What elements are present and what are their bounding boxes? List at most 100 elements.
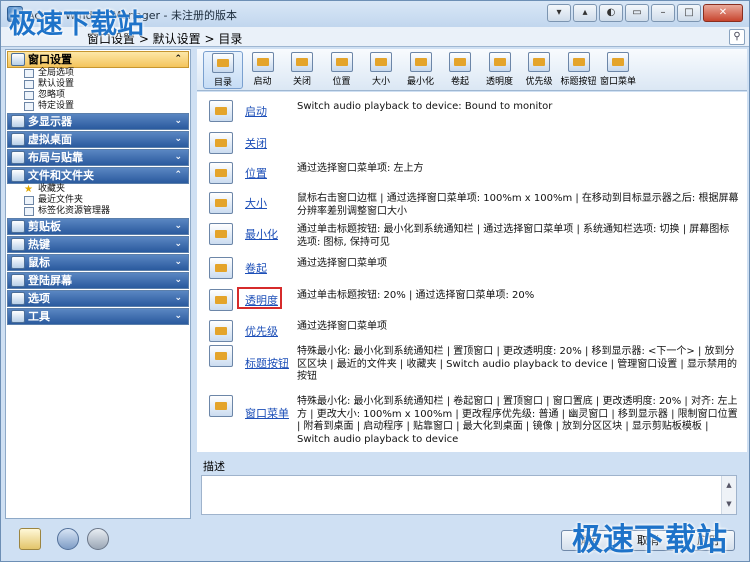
star-icon: ★ [24,184,33,195]
watermark-top: 极速下载站 [9,9,144,40]
sidebar-section-1[interactable]: 多显示器 ⌄ [7,113,189,130]
sidebar-item[interactable]: 最近文件夹 [6,195,190,206]
setting-icon [209,192,233,214]
toolbar-label: 标题按钮 [560,77,597,87]
toolbar-label: 大小 [371,77,390,87]
setting-link[interactable]: 透明度 [245,292,278,308]
sidebar-section-8[interactable]: 登陆屏幕 ⌄ [7,272,189,289]
chevron-down-icon[interactable]: ⌄ [174,219,182,234]
sidebar-section-label: 布局与贴靠 [28,151,83,164]
sidebar-item[interactable]: 特定设置 [6,101,190,112]
chevron-down-icon[interactable]: ⌄ [174,132,182,147]
sidebar-item[interactable]: 忽略项 [6,90,190,101]
chevron-down-icon[interactable]: ⌄ [174,114,182,129]
toolbar-button-9[interactable]: 标题按钮 [559,51,599,89]
sidebar: 窗口设置 ⌃ 全局选项 默认设置 忽略项 特定设置 多显示器 ⌄ 虚拟桌面 ⌄ 布局与贴靠 ⌄ 文件和文… [5,49,191,519]
setting-icon [209,289,233,311]
setting-link[interactable]: 优先级 [245,323,278,339]
sidebar-section-2[interactable]: 虚拟桌面 ⌄ [7,131,189,148]
sidebar-item[interactable]: ★ 收藏夹 [6,184,190,195]
sidebar-section-label: 文件和文件夹 [28,169,94,182]
options-icon [11,292,25,305]
virtual-desktop-icon [11,133,25,146]
setting-link[interactable]: 标题按钮 [245,355,289,371]
sidebar-section-6[interactable]: 热键 ⌄ [7,236,189,253]
sidebar-section-4[interactable]: 文件和文件夹 ⌃ [7,167,189,184]
settings-list: 启动 Switch audio playback to device: Bound… [197,92,747,452]
toolbar-label: 卷起 [450,77,469,87]
setting-link[interactable]: 启动 [245,103,267,119]
help-icon[interactable] [19,528,41,550]
sidebar-section-label: 虚拟桌面 [28,133,72,146]
close-button[interactable]: ✕ [703,4,743,22]
setting-link[interactable]: 大小 [245,195,267,211]
toolbar-button-10[interactable]: 窗口菜单 [598,51,638,89]
toolbar-label: 位置 [332,77,351,87]
chevron-down-icon[interactable]: ⌄ [174,309,182,324]
logon-icon [11,274,25,287]
sidebar-section-label: 选项 [28,292,50,305]
toolbar-button-1[interactable]: 启动 [243,51,283,89]
main-window: Actual Window Manager - 未注册的版本 ▾ ▴ ◐ ▭ –… [0,0,750,562]
setting-link[interactable]: 位置 [245,165,267,181]
setting-link[interactable]: 窗口菜单 [245,405,289,421]
setting-link[interactable]: 卷起 [245,260,267,276]
toolbar-button-8[interactable]: 优先级 [519,51,559,89]
sidebar-section-label: 鼠标 [28,256,50,269]
chevron-up-icon[interactable]: ⌃ [174,52,182,67]
sidebar-section-0[interactable]: 窗口设置 ⌃ [7,51,189,68]
toolbar-icon [370,52,392,72]
toolbar-button-2[interactable]: 关闭 [282,51,322,89]
clipboard-icon [11,220,25,233]
toolbar-button-7[interactable]: 透明度 [480,51,520,89]
description-label: 描述 [203,460,225,473]
sidebar-section-10[interactable]: 工具 ⌄ [7,308,189,325]
minimize-button[interactable]: – [651,4,675,22]
chevron-down-icon[interactable]: ⌄ [174,150,182,165]
toolbar-button-3[interactable]: 位置 [322,51,362,89]
setting-link[interactable]: 关闭 [245,135,267,151]
setting-description: Switch audio playback to device: Bound t… [297,101,553,112]
toolbar-icon [291,52,313,72]
toolbar-icon [607,52,629,72]
sidebar-item-label: 默认设置 [38,79,75,89]
setting-icon [209,100,233,122]
chevron-up-icon[interactable]: ⌃ [174,168,182,183]
toolbar-button-4[interactable]: 大小 [361,51,401,89]
sidebar-section-3[interactable]: 布局与贴靠 ⌄ [7,149,189,166]
rollup-button[interactable]: ▴ [573,4,597,22]
setting-icon [209,223,233,245]
sidebar-item[interactable]: 全局选项 [6,68,190,79]
toolbar-button-6[interactable]: 卷起 [440,51,480,89]
toolbar-button-5[interactable]: 最小化 [401,51,441,89]
transparency-button[interactable]: ◐ [599,4,623,22]
maximize-button[interactable]: □ [677,4,701,22]
sidebar-item[interactable]: 标签化资源管理器 [6,206,190,217]
toolbar-icon [449,52,471,72]
layout-icon [11,151,25,164]
chevron-down-icon[interactable]: ⌄ [174,273,182,288]
sidebar-item[interactable]: 默认设置 [6,79,190,90]
chevron-down-icon[interactable]: ⌄ [174,237,182,252]
undo-icon[interactable] [57,528,79,550]
sidebar-section-9[interactable]: 选项 ⌄ [7,290,189,307]
setting-link[interactable]: 最小化 [245,226,278,242]
sidebar-section-5[interactable]: 剪贴板 ⌄ [7,218,189,235]
sidebar-item-label: 全局选项 [38,68,75,78]
description-scrollbar[interactable]: ▲ ▼ [721,476,736,514]
hotkey-icon [11,238,25,251]
toolbar-label: 最小化 [406,77,434,87]
setting-description: 通过选择窗口菜单项 [297,258,387,269]
monitor-icon [11,115,25,128]
sidebar-section-label: 登陆屏幕 [28,274,72,287]
send-to-monitor-button[interactable]: ▭ [625,4,649,22]
chevron-down-icon[interactable]: ⌄ [174,255,182,270]
window-settings-icon [11,53,25,66]
toolbar-button-0[interactable]: 目录 [203,51,243,89]
chevron-down-icon[interactable]: ⌄ [174,291,182,306]
toolbar-label: 优先级 [525,77,553,87]
sidebar-section-7[interactable]: 鼠标 ⌄ [7,254,189,271]
redo-icon[interactable] [87,528,109,550]
pin-button[interactable]: ▾ [547,4,571,22]
search-icon[interactable]: ⚲ [729,29,745,45]
